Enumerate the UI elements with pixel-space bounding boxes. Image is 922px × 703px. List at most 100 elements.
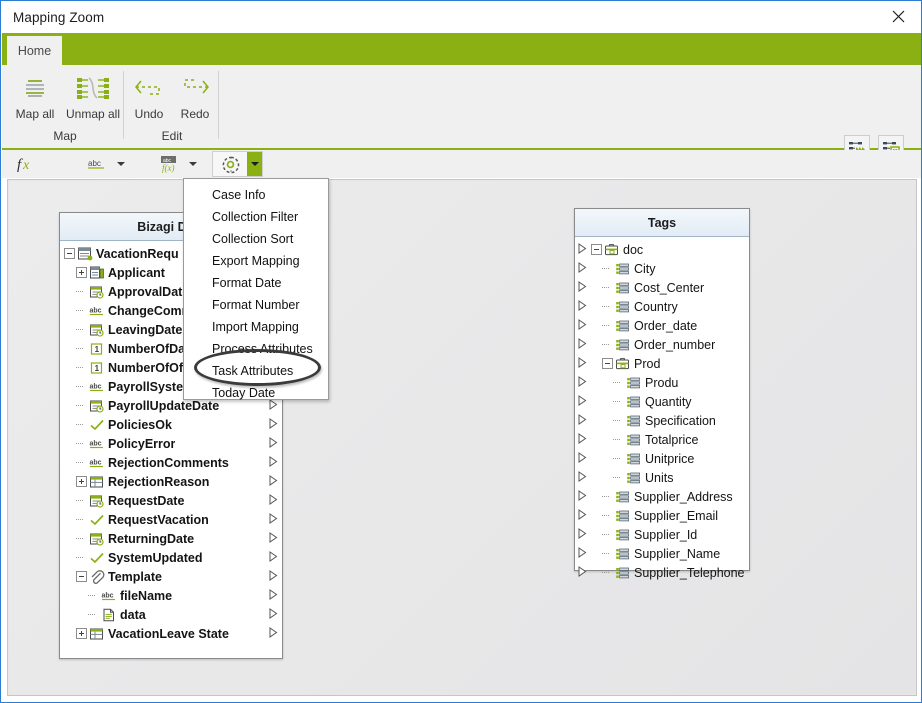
map-arrow-icon[interactable] [269,570,278,584]
tree-row[interactable]: Supplier_Address [575,487,749,506]
menu-item-today-date[interactable]: Today Date [184,382,328,404]
abc-text-icon[interactable]: abc [80,151,114,177]
menu-item-case-info[interactable]: Case Info [184,184,328,206]
tree-row[interactable]: abc RejectionComments [60,453,282,472]
tree-row[interactable]: data [60,605,282,624]
map-all-button[interactable]: Map all [6,65,64,127]
tree-row[interactable]: Order_date [575,316,749,335]
map-arrow-icon[interactable] [578,262,587,276]
gear-icon[interactable] [213,151,247,177]
abc-text-dropdown[interactable]: abc [80,151,128,177]
menu-item-process-attributes[interactable]: Process Attributes [184,338,328,360]
tag-icon [615,566,631,580]
tree-collapse-toggle[interactable] [64,248,75,259]
tree-collapse-toggle[interactable] [602,358,613,369]
menu-item-collection-filter[interactable]: Collection Filter [184,206,328,228]
map-arrow-icon[interactable] [269,627,278,641]
map-arrow-icon[interactable] [578,433,587,447]
undo-button[interactable]: Undo [126,65,172,127]
tree-row[interactable]: Produ [575,373,749,392]
unmap-all-button[interactable]: Unmap all [64,65,122,127]
map-arrow-icon[interactable] [269,513,278,527]
map-arrow-icon[interactable] [578,243,587,257]
map-arrow-icon[interactable] [269,456,278,470]
map-arrow-icon[interactable] [578,395,587,409]
tree-row[interactable]: PoliciesOk [60,415,282,434]
tree-row[interactable]: Supplier_Email [575,506,749,525]
map-arrow-icon[interactable] [269,589,278,603]
tree-collapse-toggle[interactable] [76,571,87,582]
tree-row[interactable]: RejectionReason [60,472,282,491]
map-all-label: Map all [15,107,55,121]
map-arrow-icon[interactable] [269,494,278,508]
menu-item-collection-sort[interactable]: Collection Sort [184,228,328,250]
chevron-down-icon-2[interactable] [186,151,200,177]
tree-row[interactable]: Units [575,468,749,487]
map-arrow-icon[interactable] [578,357,587,371]
map-arrow-icon[interactable] [578,452,587,466]
menu-item-format-number[interactable]: Format Number [184,294,328,316]
function-fx-icon[interactable]: abc f(x) [152,151,186,177]
tree-connector [613,453,624,464]
map-arrow-icon[interactable] [578,414,587,428]
tree-row[interactable]: RequestVacation [60,510,282,529]
tag-icon [626,395,642,409]
tree-expand-toggle[interactable] [76,628,87,639]
menu-item-task-attributes[interactable]: Task Attributes [184,360,328,382]
gear-chevron-down-icon[interactable] [247,152,262,176]
map-arrow-icon[interactable] [269,437,278,451]
map-arrow-icon[interactable] [269,608,278,622]
chevron-down-icon[interactable] [114,151,128,177]
tree-row[interactable]: Template [60,567,282,586]
tree-row[interactable]: Supplier_Telephone [575,563,749,582]
tag-icon [615,528,631,542]
tree-row[interactable]: Unitprice [575,449,749,468]
tree-row[interactable]: doc [575,240,749,259]
map-arrow-icon[interactable] [269,532,278,546]
menu-item-export-mapping[interactable]: Export Mapping [184,250,328,272]
function-dropdown[interactable]: abc f(x) [152,151,200,177]
tree-row[interactable]: ReturningDate [60,529,282,548]
map-arrow-icon[interactable] [269,418,278,432]
map-arrow-icon[interactable] [578,319,587,333]
map-arrow-icon[interactable] [578,300,587,314]
redo-button[interactable]: Redo [172,65,218,127]
tree-row[interactable]: RequestDate [60,491,282,510]
tree-collapse-toggle[interactable] [591,244,602,255]
tree-expand-toggle[interactable] [76,267,87,278]
map-arrow-icon[interactable] [269,551,278,565]
tree-expand-toggle[interactable] [76,476,87,487]
tree-row[interactable]: Country [575,297,749,316]
tree-row[interactable]: Order_number [575,335,749,354]
menu-item-import-mapping[interactable]: Import Mapping [184,316,328,338]
map-arrow-icon[interactable] [578,490,587,504]
map-arrow-icon[interactable] [578,547,587,561]
tree-row[interactable]: Supplier_Name [575,544,749,563]
tree-row[interactable]: Specification [575,411,749,430]
map-arrow-icon[interactable] [578,509,587,523]
map-arrow-icon[interactable] [269,475,278,489]
tree-row[interactable]: VacationLeave State [60,624,282,643]
tree-row[interactable]: Cost_Center [575,278,749,297]
tree-row[interactable]: Totalprice [575,430,749,449]
tree-row[interactable]: SystemUpdated [60,548,282,567]
menu-item-format-date[interactable]: Format Date [184,272,328,294]
map-arrow-icon[interactable] [578,376,587,390]
tree-row[interactable]: Supplier_Id [575,525,749,544]
tree-row[interactable]: abc PolicyError [60,434,282,453]
tree-connector [88,590,99,601]
gear-dropdown-menu[interactable]: Case Info Collection Filter Collection Sor… [183,178,329,400]
map-arrow-icon[interactable] [578,471,587,485]
map-arrow-icon[interactable] [578,566,587,580]
map-arrow-icon[interactable] [578,281,587,295]
map-arrow-icon[interactable] [578,338,587,352]
tree-row[interactable]: abc fileName [60,586,282,605]
tree-row[interactable]: Quantity [575,392,749,411]
folder-tag-icon [615,357,631,371]
tree-row[interactable]: City [575,259,749,278]
close-icon[interactable] [875,1,921,32]
tab-home[interactable]: Home [7,36,62,65]
map-arrow-icon[interactable] [578,528,587,542]
tree-row[interactable]: Prod [575,354,749,373]
fx-icon[interactable]: f x [8,151,42,177]
